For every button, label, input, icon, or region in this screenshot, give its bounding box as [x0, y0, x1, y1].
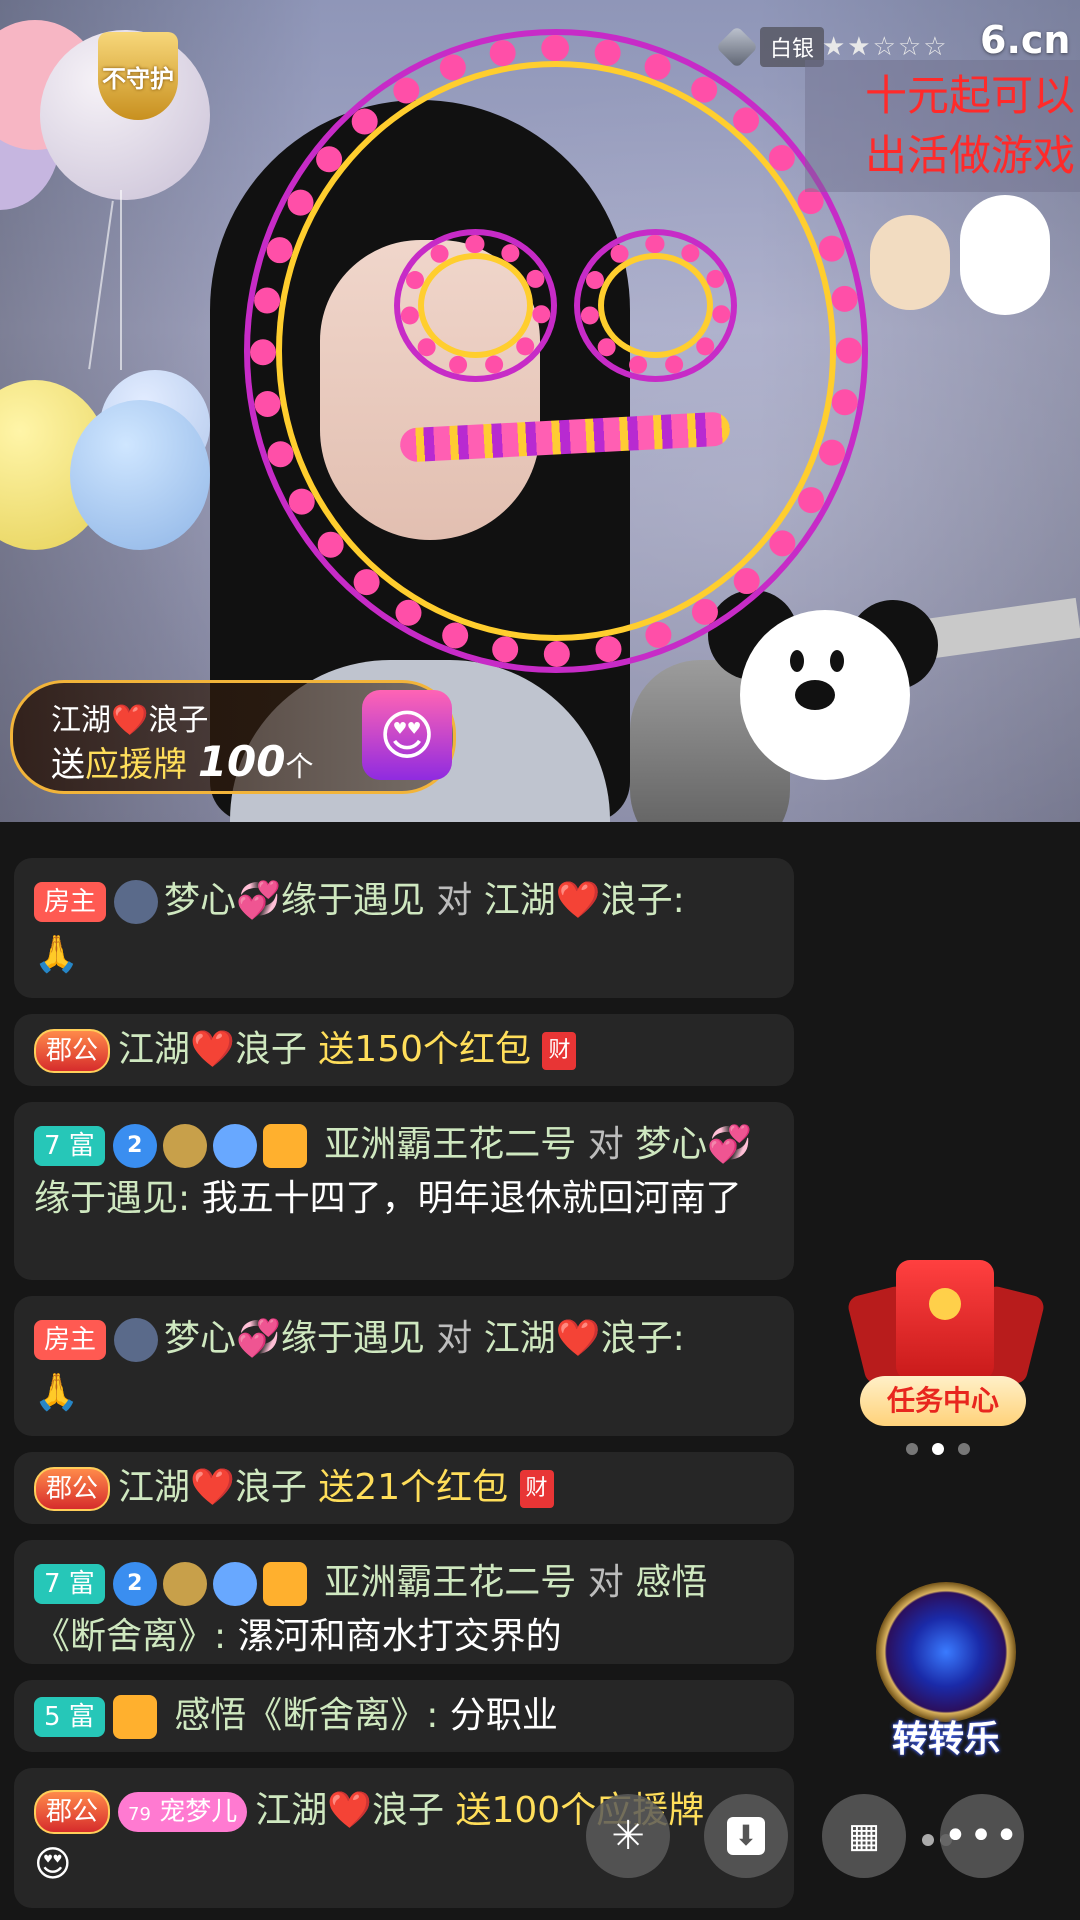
pet-tag: 79 宠梦儿 [118, 1792, 248, 1832]
chat-message: 郡公 79 宠梦儿 江湖❤️浪子 送100个应援牌 😍 [14, 1768, 794, 1908]
user-icon [112, 1695, 157, 1739]
chat-sender[interactable]: 江湖❤️浪子 [118, 1029, 307, 1070]
chat-message: 7 富2 亚洲霸王花二号 对 梦心💞缘于遇见: 我五十四了，明年退休就回河南了 [14, 1102, 794, 1280]
red-envelope-icon: 财 [542, 1032, 577, 1070]
coin-icon [929, 1288, 961, 1320]
chat-content: 🙏 [34, 1372, 79, 1413]
live-video[interactable]: 不守护 白银 ★★☆☆☆ 6.cn 十元起可以 出活做游戏 江湖❤️浪子 送应援… [0, 0, 1080, 822]
star-level-icon: 2 [112, 1562, 157, 1606]
noble-tag: 郡公 [34, 1790, 111, 1834]
chat-sender[interactable]: 亚洲霸王花二号 [324, 1562, 576, 1603]
chat-sender[interactable]: 江湖❤️浪子 [118, 1467, 307, 1508]
more-button[interactable]: ••• [940, 1794, 1024, 1878]
crown-icon [114, 880, 159, 924]
cake-icon [212, 1124, 257, 1168]
grid-icon: ▦ [847, 1816, 881, 1856]
task-center-button[interactable]: 任务中心 [846, 1260, 1046, 1430]
guard-shield-badge[interactable]: 不守护 [98, 32, 178, 120]
medal-icon [162, 1124, 207, 1168]
noble-tag: 郡公 [34, 1467, 111, 1511]
brand-logo: 6.cn [980, 18, 1070, 62]
gift-effect-smiley [250, 35, 862, 667]
chat-gift-text: 送150个红包 [318, 1029, 532, 1070]
brand-text: 6.cn [980, 18, 1071, 62]
bunny-sticker [960, 195, 1050, 315]
chat-sender[interactable]: 江湖❤️浪子 [255, 1790, 444, 1831]
chat-message: 郡公 江湖❤️浪子 送21个红包 财 [14, 1452, 794, 1524]
chat-message: 5 富 感悟《断舍离》: 分职业 [14, 1680, 794, 1752]
doll-eye [790, 650, 804, 672]
wealth-tag: 5 富 [34, 1697, 105, 1737]
cake-icon [212, 1562, 257, 1606]
notice-text: 十元起可以 出活做游戏 [864, 71, 1075, 180]
pet-tag-label: 宠梦儿 [159, 1797, 238, 1827]
gift-toast-gift-name: 应援牌 [85, 745, 187, 785]
more-icon: ••• [943, 1813, 1021, 1859]
sparkle-button[interactable]: ✳ [586, 1794, 670, 1878]
carousel-dot-active [932, 1443, 944, 1455]
download-button[interactable]: ⬇ [704, 1794, 788, 1878]
wealth-tag: 7 富 [34, 1126, 105, 1166]
gift-icon: 😍 [362, 690, 452, 780]
chat-content: 漯河和商水打交界的 [237, 1616, 562, 1657]
lucky-wheel-button[interactable]: 转转乐 [866, 1582, 1026, 1760]
grid-menu-button[interactable]: ▦ [822, 1794, 906, 1878]
balloon-string [120, 190, 122, 370]
chat-message: 7 富2 亚洲霸王花二号 对 感悟《断舍离》: 漯河和商水打交界的 [14, 1540, 794, 1664]
chat-verb: 对 [587, 1124, 624, 1165]
chat-message: 房主 梦心💞缘于遇见 对 江湖❤️浪子: 🙏 [14, 1296, 794, 1436]
gift-toast-sender: 江湖❤️浪子 [51, 703, 209, 738]
doll-eye [830, 650, 844, 672]
lucky-wheel-label: 转转乐 [891, 1719, 1000, 1760]
crown-icon [114, 1318, 159, 1362]
chat-verb: 对 [587, 1562, 624, 1603]
chat-content: 🙏 [34, 934, 79, 975]
noble-tag: 郡公 [34, 1029, 111, 1073]
stream-notice: 十元起可以 出活做游戏 [805, 60, 1080, 192]
chat-target[interactable]: 江湖❤️浪子: [484, 880, 685, 921]
page-dot [922, 1834, 934, 1846]
gift-effect-eye-left [400, 235, 551, 376]
gift-toast-line: 送应援牌 100个 [51, 737, 314, 786]
chat-message: 郡公 江湖❤️浪子 送150个红包 财 [14, 1014, 794, 1086]
pet-level: 79 [128, 1804, 151, 1825]
bear-sticker [870, 215, 950, 310]
chat-sender[interactable]: 梦心💞缘于遇见 [164, 880, 425, 921]
medal-icon [162, 1562, 207, 1606]
chat-gift-text: 送21个红包 [318, 1467, 509, 1508]
gift-toast-unit: 个 [285, 750, 314, 783]
host-tag: 房主 [34, 882, 107, 922]
bear-bunny-sticker [870, 185, 1070, 355]
gift-effect-eye-right [580, 235, 731, 376]
level-gem-icon [715, 25, 759, 69]
download-icon: ⬇ [727, 1817, 765, 1855]
chat-gift-icon: 😍 [34, 1844, 72, 1885]
carousel-dot [958, 1443, 970, 1455]
host-tag: 房主 [34, 1320, 107, 1360]
doll-nose [795, 680, 835, 710]
chat-verb: 对 [436, 1318, 473, 1359]
carousel-dots[interactable] [906, 1443, 970, 1455]
chat-content: 分职业 [449, 1695, 558, 1736]
chat-verb: 对 [436, 880, 473, 921]
gift-toast-count: 100 [197, 737, 286, 786]
chat-message: 房主 梦心💞缘于遇见 对 江湖❤️浪子: 🙏 [14, 858, 794, 998]
task-center-label: 任务中心 [860, 1376, 1026, 1426]
star-level-icon: 2 [112, 1124, 157, 1168]
chat-target[interactable]: 江湖❤️浪子: [484, 1318, 685, 1359]
sparkle-icon: ✳ [611, 1813, 645, 1859]
red-envelope-icon: 财 [519, 1470, 554, 1508]
user-icon [262, 1124, 307, 1168]
chat-sender[interactable]: 感悟《断舍离》: [174, 1695, 438, 1736]
chat-content: 我五十四了，明年退休就回河南了 [201, 1178, 742, 1219]
level-stars: ★★☆☆☆ [822, 32, 949, 62]
carousel-dot [906, 1443, 918, 1455]
chat-sender[interactable]: 亚洲霸王花二号 [324, 1124, 576, 1165]
red-envelope-icon [896, 1260, 994, 1380]
user-icon [262, 1562, 307, 1606]
lucky-wheel-icon [876, 1582, 1016, 1722]
wealth-tag: 7 富 [34, 1564, 105, 1604]
chat-sender[interactable]: 梦心💞缘于遇见 [164, 1318, 425, 1359]
